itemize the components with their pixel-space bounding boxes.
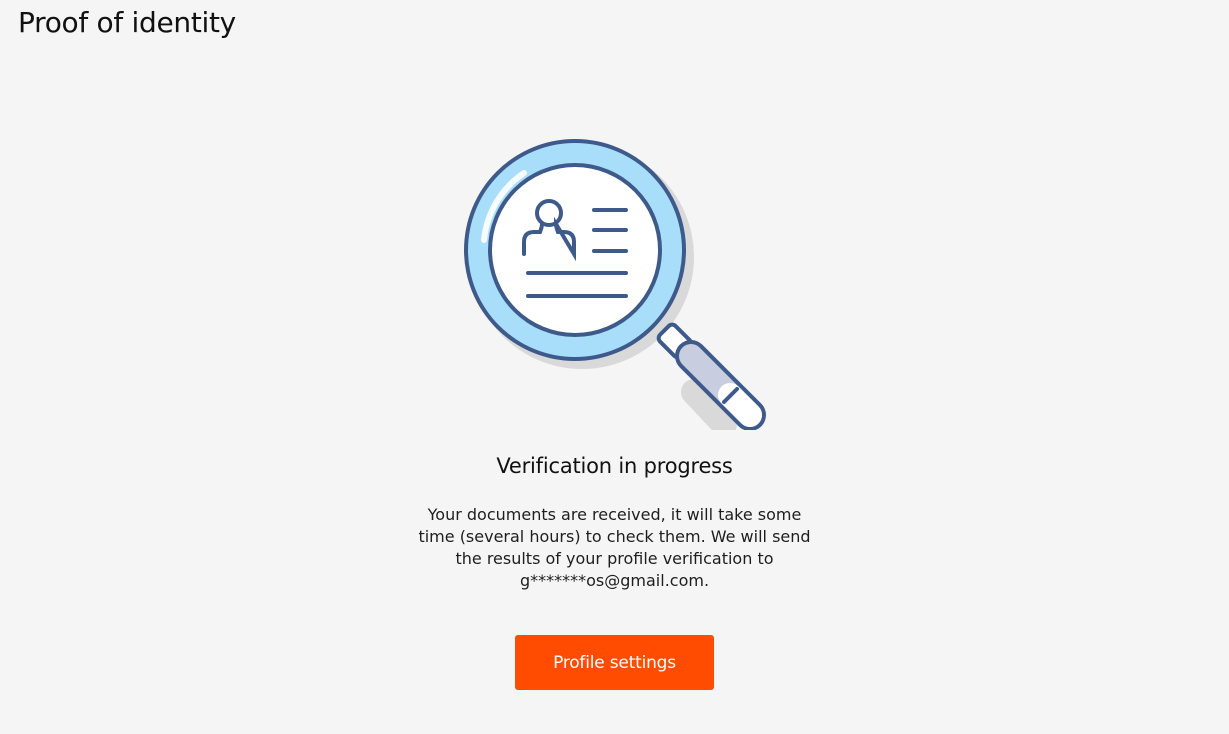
magnifying-glass-profile-icon [463,139,766,430]
verification-panel: Verification in progress Your documents … [0,130,1229,690]
verification-status-title: Verification in progress [496,454,733,478]
verification-status-message: Your documents are received, it will tak… [418,505,811,590]
page-title: Proof of identity [18,6,236,39]
profile-settings-button[interactable]: Profile settings [515,635,714,690]
